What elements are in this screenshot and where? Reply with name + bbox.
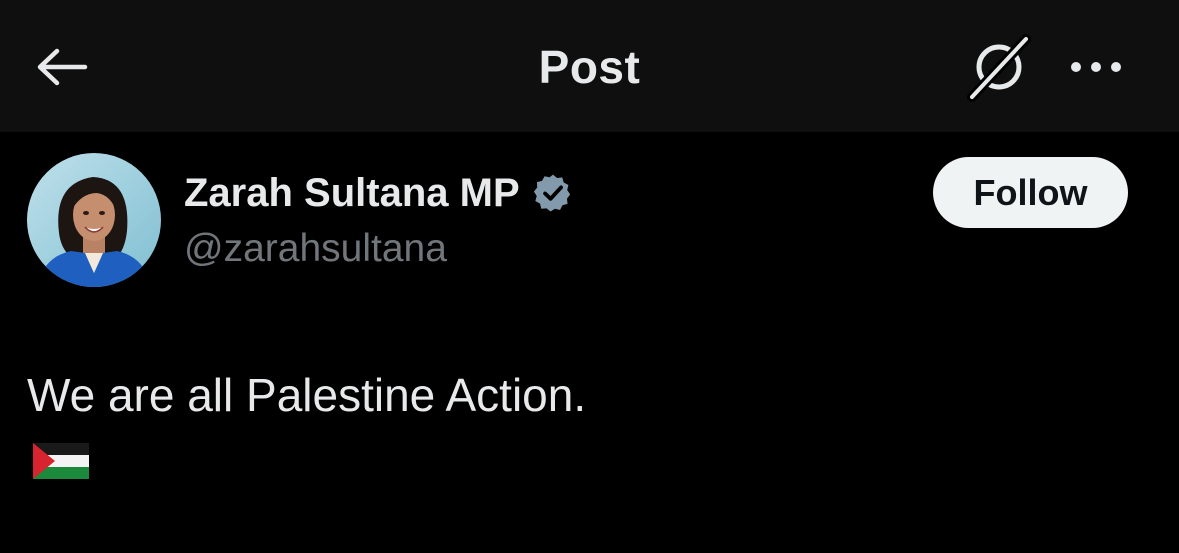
- verified-badge: [532, 172, 574, 214]
- palestine-flag-emoji: [33, 443, 89, 479]
- top-bar: Post: [0, 0, 1179, 132]
- profile-photo: [27, 153, 161, 287]
- more-options-button[interactable]: [1060, 40, 1132, 94]
- post-text: We are all Palestine Action.: [27, 369, 587, 421]
- grok-icon: [967, 34, 1031, 102]
- grok-button[interactable]: [960, 30, 1038, 106]
- author-name-row[interactable]: Zarah Sultana MP: [184, 165, 574, 221]
- verified-badge-icon: [533, 174, 570, 212]
- display-name[interactable]: Zarah Sultana MP: [184, 165, 520, 221]
- post-screen: Post Zarah Sultana MP @zarahsultana Foll…: [0, 0, 1179, 553]
- author-handle[interactable]: @zarahsultana: [184, 222, 447, 276]
- follow-button[interactable]: Follow: [933, 157, 1128, 228]
- ellipsis-icon: [1071, 62, 1121, 72]
- avatar[interactable]: [27, 153, 161, 287]
